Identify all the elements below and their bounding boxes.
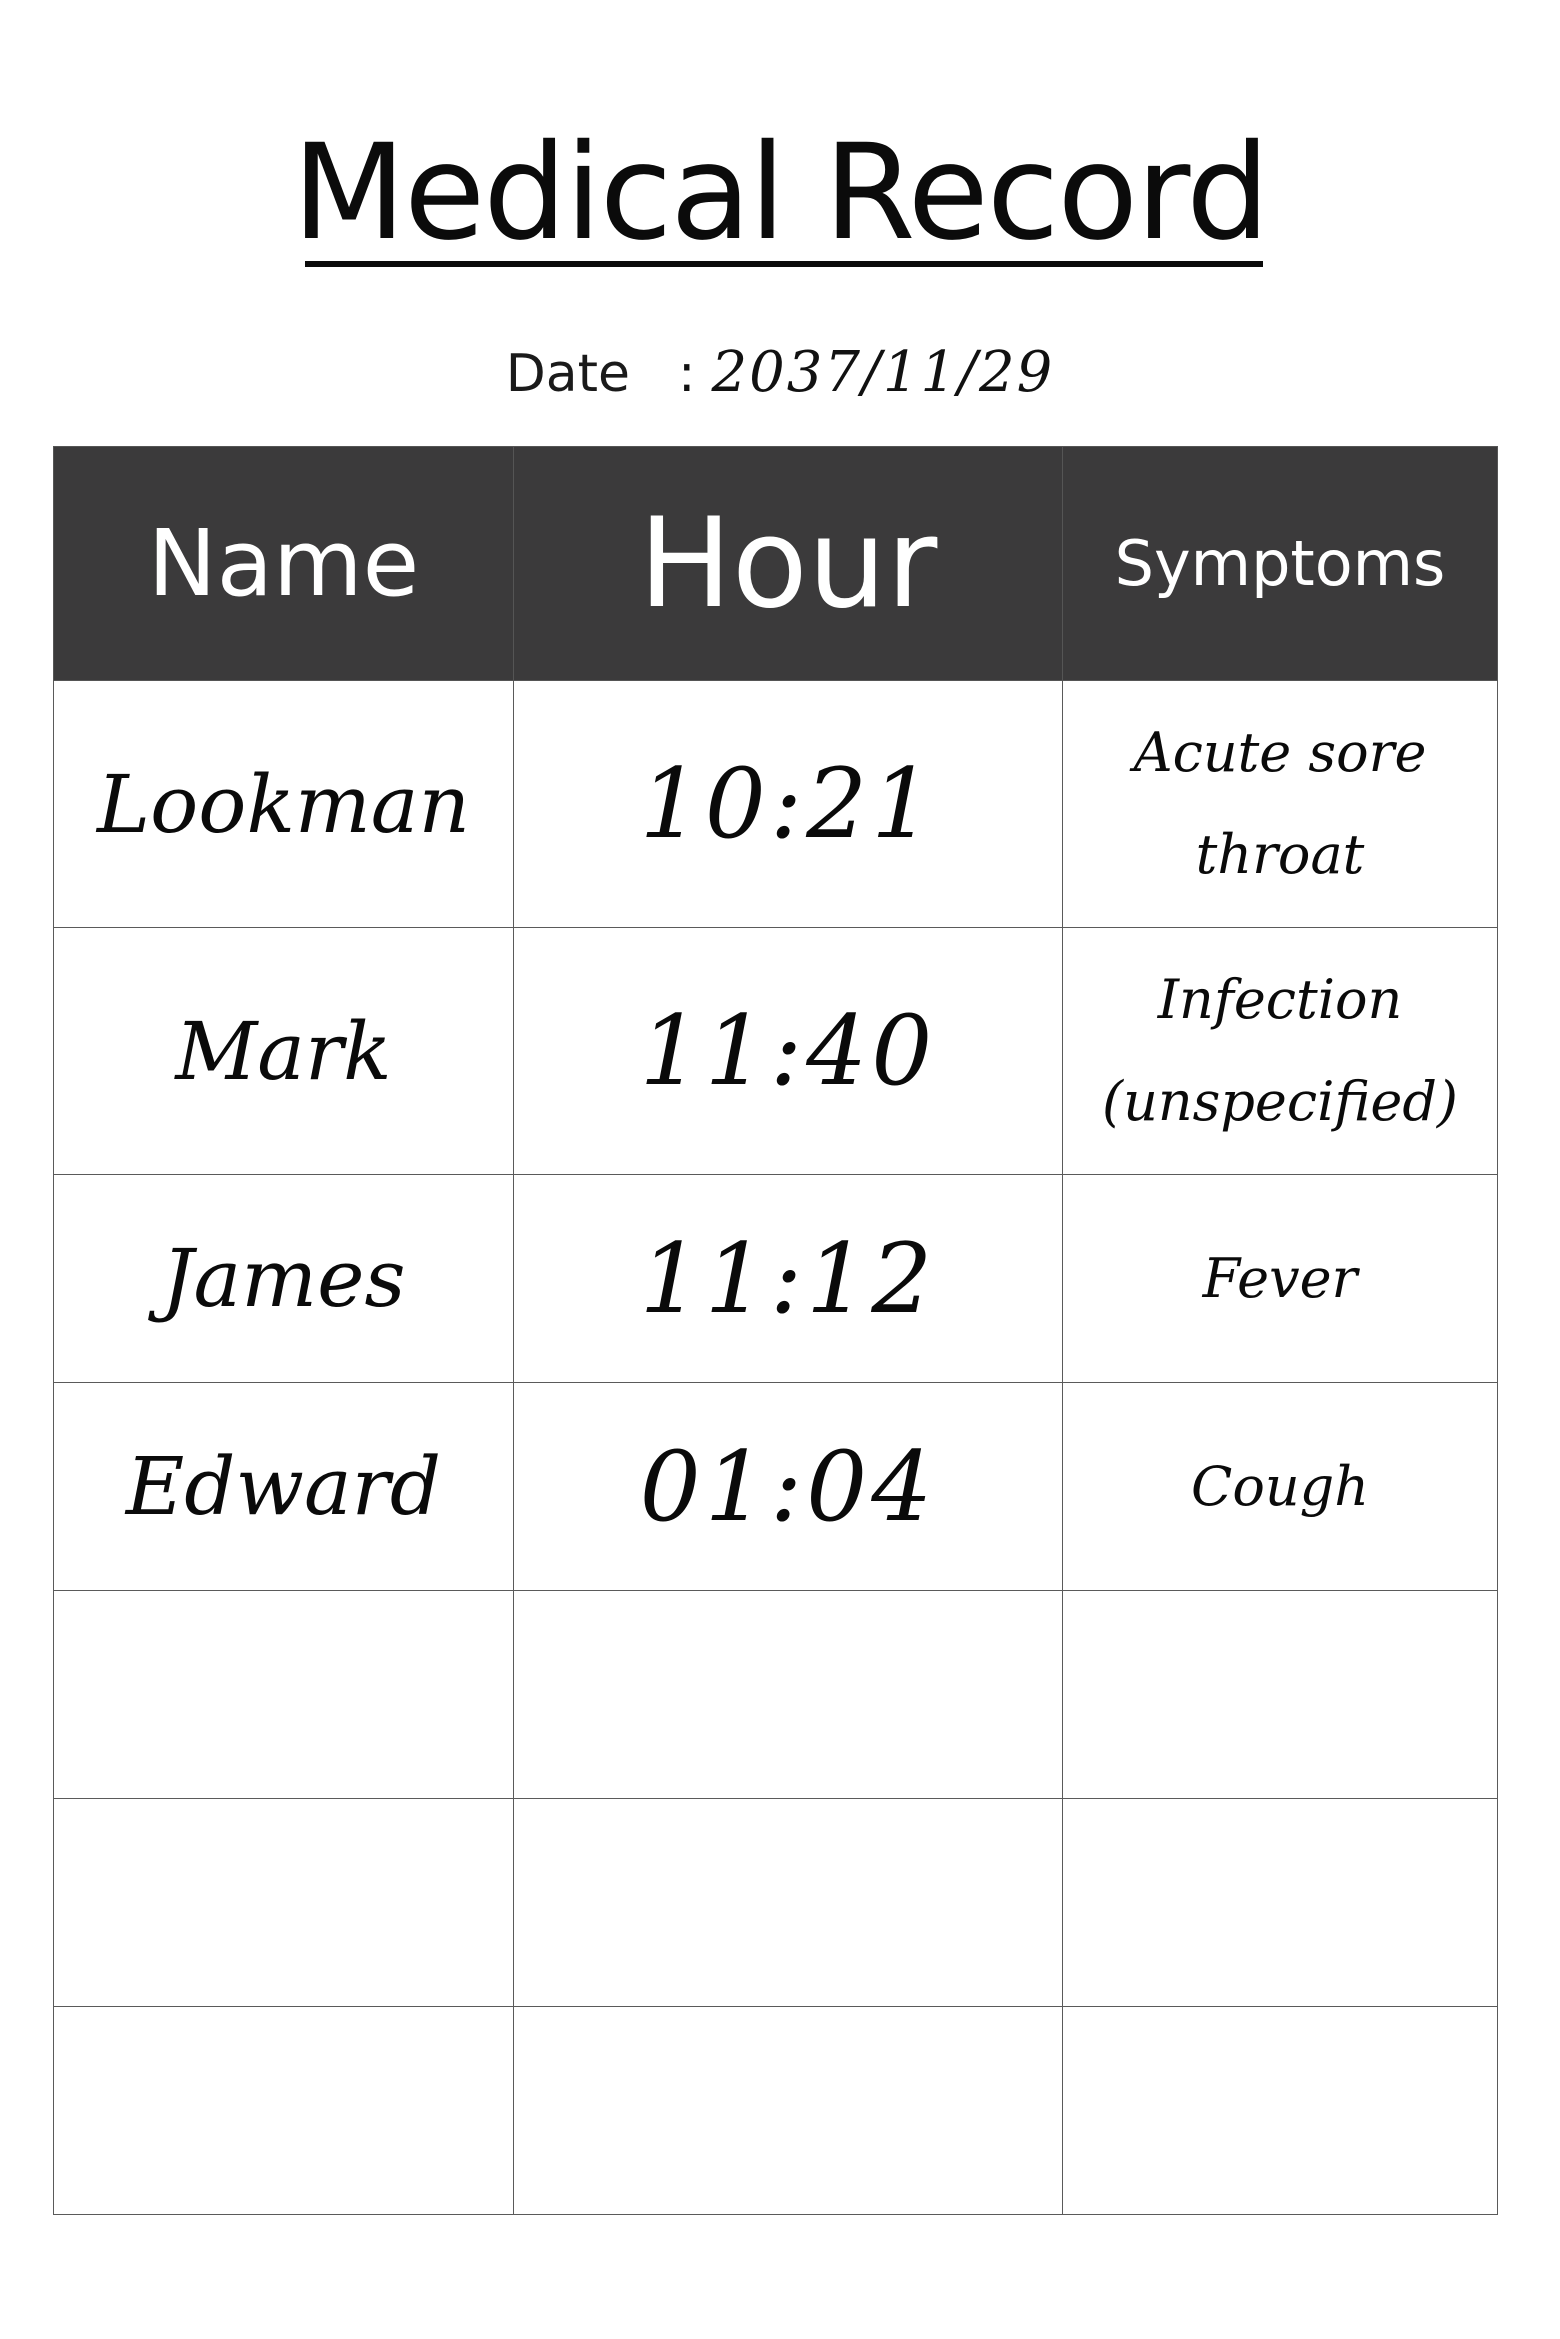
cell-symptoms — [1062, 2006, 1498, 2215]
cell-symptoms: Acute sore throat — [1062, 680, 1498, 928]
date-row: Date:2037/11/29 — [0, 333, 1560, 413]
table-row: James 11:12 Fever — [53, 1174, 1498, 1383]
medical-record-table: Name Hour Symptoms Lookman 10:21 Acute s… — [53, 446, 1498, 2215]
table-header-row: Name Hour Symptoms — [53, 446, 1498, 681]
cell-symptoms: Cough — [1062, 1382, 1498, 1591]
cell-hour: 11:12 — [513, 1174, 1063, 1383]
table-row-empty — [53, 1590, 1498, 1799]
date-separator: : — [678, 344, 696, 404]
cell-name: Mark — [53, 927, 514, 1175]
title-underline — [305, 261, 1263, 267]
table-row: Edward 01:04 Cough — [53, 1382, 1498, 1591]
cell-symptoms: Infection (unspecified) — [1062, 927, 1498, 1175]
cell-symptoms — [1062, 1798, 1498, 2007]
cell-hour — [513, 1798, 1063, 2007]
date-value: 2037/11/29 — [711, 340, 1055, 405]
cell-hour: 01:04 — [513, 1382, 1063, 1591]
cell-symptoms: Fever — [1062, 1174, 1498, 1383]
cell-hour — [513, 1590, 1063, 1799]
cell-name: Edward — [53, 1382, 514, 1591]
cell-name: James — [53, 1174, 514, 1383]
column-header-hour: Hour — [513, 446, 1063, 681]
table-row-empty — [53, 2006, 1498, 2215]
cell-name: Lookman — [53, 680, 514, 928]
cell-hour: 10:21 — [513, 680, 1063, 928]
page-title: Medical Record — [292, 116, 1270, 270]
date-label: Date — [505, 344, 630, 404]
cell-hour: 11:40 — [513, 927, 1063, 1175]
column-header-symptoms: Symptoms — [1062, 446, 1498, 681]
table-row: Mark 11:40 Infection (unspecified) — [53, 927, 1498, 1175]
table-row: Lookman 10:21 Acute sore throat — [53, 680, 1498, 928]
cell-name — [53, 1798, 514, 2007]
column-header-name: Name — [53, 446, 514, 681]
table-row-empty — [53, 1798, 1498, 2007]
cell-name — [53, 1590, 514, 1799]
cell-hour — [513, 2006, 1063, 2215]
cell-name — [53, 2006, 514, 2215]
cell-symptoms — [1062, 1590, 1498, 1799]
